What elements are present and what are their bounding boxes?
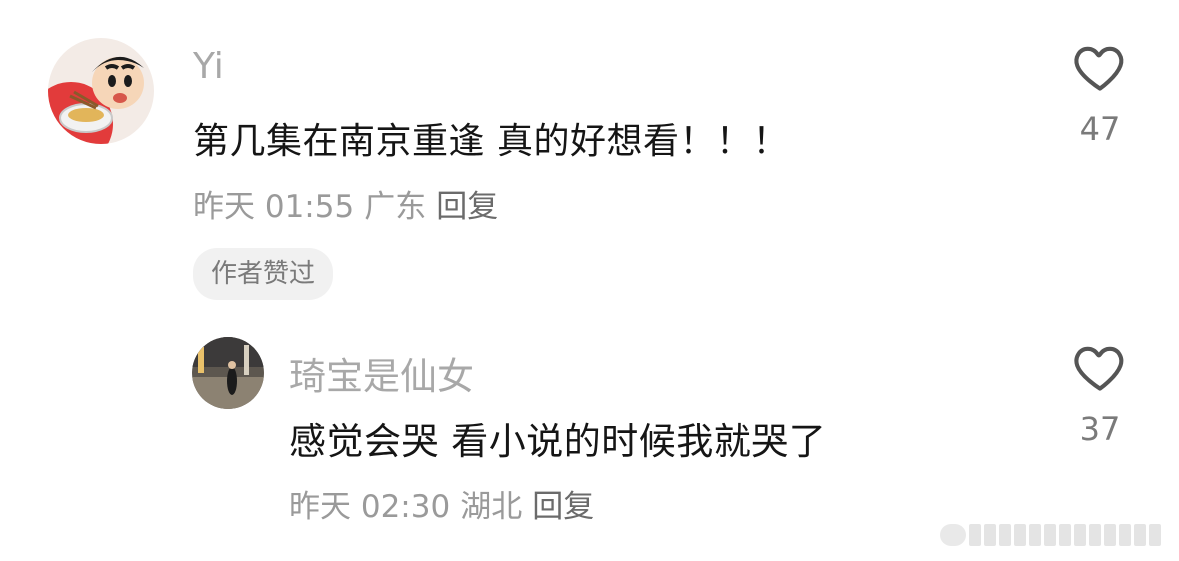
comment-location: 广东 [364,189,427,225]
reply-button[interactable]: 回复 [436,189,498,225]
avatar[interactable] [192,337,264,409]
avatar[interactable] [48,38,154,144]
heart-outline-icon[interactable] [1072,42,1128,92]
watermark-logo [940,524,966,546]
comment-location: 湖北 [460,489,523,525]
watermark [940,522,1172,548]
like-count: 47 [1079,110,1121,148]
comment-time: 昨天 02:30 [289,489,451,525]
avatar-image [192,337,264,409]
comment-text[interactable]: 感觉会哭 看小说的时候我就哭了 [289,411,826,465]
like-control[interactable]: 47 [1065,42,1135,148]
heart-outline-icon[interactable] [1072,342,1128,392]
avatar-image [48,38,154,144]
comment-time: 昨天 01:55 [193,189,355,225]
comment-meta: 昨天 02:30 湖北 回复 [289,481,604,526]
username[interactable]: Yi [193,46,224,87]
username[interactable]: 琦宝是仙女 [289,346,474,400]
like-count: 37 [1079,410,1121,448]
comment-meta: 昨天 01:55 广东 回复 [193,181,508,226]
reply-button[interactable]: 回复 [532,489,594,525]
comment-text[interactable]: 第几集在南京重逢 真的好想看！！！ [193,112,789,164]
author-liked-badge: 作者赞过 [193,248,334,300]
comment-item: Yi 第几集在南京重逢 真的好想看！！！ 昨天 01:55 广东 回复 作者赞过 4… [0,0,1179,330]
like-control[interactable]: 37 [1065,342,1135,448]
